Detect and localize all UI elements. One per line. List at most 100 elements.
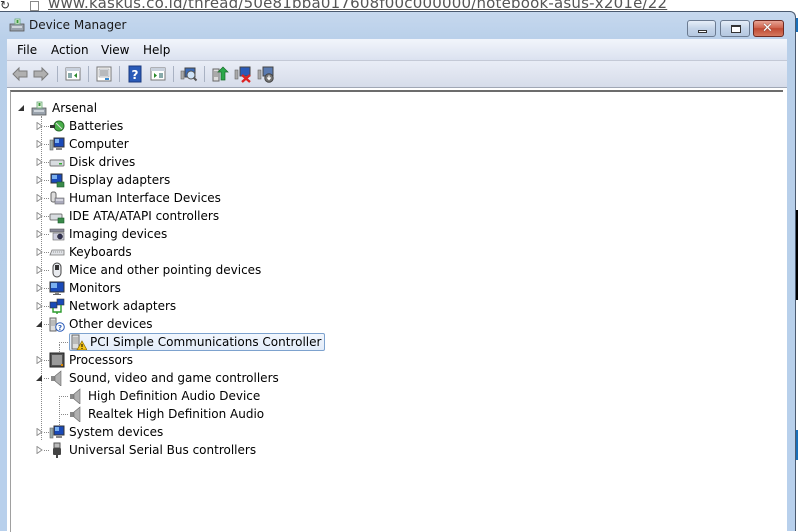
computer-root-icon (31, 101, 47, 116)
expand-arrow-icon[interactable] (36, 446, 43, 454)
tree-node-label: Arsenal (52, 101, 98, 115)
expand-arrow-icon[interactable] (36, 230, 43, 238)
menu-view[interactable]: View (101, 43, 129, 57)
tree-node-root[interactable]: Arsenal (11, 99, 211, 117)
maximize-button[interactable] (720, 20, 750, 37)
minimize-icon (698, 30, 707, 33)
tree-node-category[interactable]: ? Other devices (11, 315, 311, 333)
expand-arrow-icon[interactable] (36, 284, 43, 292)
close-button[interactable]: ✕ (753, 20, 784, 37)
expand-arrow-icon[interactable] (36, 302, 43, 310)
tree-node-label: Network adapters (69, 299, 177, 313)
tree-node-category[interactable]: System devices (11, 423, 311, 441)
update-driver-button[interactable] (211, 65, 229, 83)
mouse-icon (52, 262, 62, 278)
tree-node-label: High Definition Audio Device (88, 389, 261, 403)
device-manager-window: Device Manager ✕ File Action View Help ?… (0, 11, 796, 532)
imaging-device-icon (49, 228, 65, 241)
tree-node-category[interactable]: Imaging devices (11, 225, 311, 243)
tree-guide-line (59, 396, 68, 397)
display-adapter-icon (50, 173, 65, 188)
forward-arrow-icon (33, 66, 49, 82)
menu-action[interactable]: Action (51, 43, 89, 57)
toolbar-separator (204, 66, 205, 82)
tree-node-label: Imaging devices (69, 227, 168, 241)
expand-arrow-icon[interactable] (36, 248, 43, 256)
tree-node-label: Universal Serial Bus controllers (69, 443, 257, 457)
update-driver-icon (212, 66, 229, 82)
expand-arrow-icon[interactable] (36, 266, 43, 274)
speaker-icon (70, 388, 81, 404)
expand-arrow-icon[interactable] (36, 428, 43, 436)
tree-node-category[interactable]: Monitors (11, 279, 311, 297)
device-tree[interactable]: Arsenal Batteries Computer Disk drives Disp… (10, 90, 783, 532)
tree-node-category[interactable]: Display adapters (11, 171, 311, 189)
show-hide-action-pane-button[interactable] (149, 65, 167, 83)
speaker-icon (51, 370, 62, 386)
help-button[interactable]: ? (126, 65, 144, 83)
window-title: Device Manager (29, 18, 127, 32)
tree-node-label: Display adapters (69, 173, 171, 187)
tree-node-label: Disk drives (69, 155, 136, 169)
collapse-arrow-icon[interactable] (36, 320, 43, 328)
properties-icon (96, 66, 112, 82)
tree-node-category[interactable]: Disk drives (11, 153, 311, 171)
tree-node-label-selected: PCI Simple Communications Controller (69, 333, 326, 351)
tree-node-device[interactable]: High Definition Audio Device (11, 387, 331, 405)
network-adapter-icon (49, 298, 65, 314)
minimize-button[interactable] (687, 20, 716, 37)
collapse-arrow-icon[interactable] (36, 374, 43, 382)
client-area: File Action View Help ? Arsenal Batterie… (7, 39, 787, 532)
tree-node-label: Batteries (69, 119, 124, 133)
tree-node-category[interactable]: Mice and other pointing devices (11, 261, 311, 279)
battery-icon (50, 120, 65, 132)
tree-node-category[interactable]: Human Interface Devices (11, 189, 311, 207)
device-manager-icon (9, 18, 25, 32)
title-bar[interactable]: Device Manager ✕ (0, 12, 795, 39)
expand-arrow-icon[interactable] (36, 140, 43, 148)
menu-bar: File Action View Help (7, 39, 787, 61)
toolbar-separator (88, 66, 89, 82)
tree-node-category[interactable]: Network adapters (11, 297, 311, 315)
svg-text:?: ? (58, 324, 62, 332)
tree-node-device[interactable]: Realtek High Definition Audio (11, 405, 331, 423)
tree-node-label: IDE ATA/ATAPI controllers (69, 209, 220, 223)
processor-icon (49, 352, 65, 368)
tree-node-label: Computer (69, 137, 129, 151)
expand-arrow-icon[interactable] (36, 158, 43, 166)
tree-node-category[interactable]: Sound, video and game controllers (11, 369, 311, 387)
tree-node-device[interactable]: PCI Simple Communications Controller (11, 333, 331, 351)
tree-node-category[interactable]: IDE ATA/ATAPI controllers (11, 207, 311, 225)
tree-node-category[interactable]: Batteries (11, 117, 311, 135)
scan-hardware-changes-button[interactable] (180, 65, 198, 83)
tree-guide-line (59, 342, 68, 343)
disable-button[interactable] (257, 65, 275, 83)
back-button[interactable] (11, 65, 29, 83)
tree-node-category[interactable]: Universal Serial Bus controllers (11, 441, 311, 459)
toolbar-separator (57, 66, 58, 82)
svg-text:?: ? (132, 68, 139, 82)
usb-icon (53, 442, 61, 458)
tree-node-label: Monitors (69, 281, 121, 295)
expand-arrow-icon[interactable] (36, 212, 43, 220)
collapse-arrow-icon[interactable] (18, 104, 25, 112)
menu-help[interactable]: Help (143, 43, 170, 57)
uninstall-button[interactable] (234, 65, 252, 83)
show-hide-console-tree-button[interactable] (64, 65, 82, 83)
show-hide-console-tree-icon (65, 67, 81, 81)
show-hide-action-pane-icon (150, 67, 166, 81)
properties-button[interactable] (95, 65, 113, 83)
forward-button[interactable] (32, 65, 50, 83)
tree-node-category[interactable]: Keyboards (11, 243, 311, 261)
expand-arrow-icon[interactable] (36, 194, 43, 202)
speaker-icon (70, 406, 81, 422)
menu-file[interactable]: File (17, 43, 37, 57)
uninstall-icon (234, 66, 251, 83)
tree-node-label: Processors (69, 353, 134, 367)
expand-arrow-icon[interactable] (36, 176, 43, 184)
warning-device-icon (71, 334, 87, 350)
tree-node-category[interactable]: Computer (11, 135, 311, 153)
tree-node-category[interactable]: Processors (11, 351, 311, 369)
expand-arrow-icon[interactable] (36, 122, 43, 130)
expand-arrow-icon[interactable] (36, 356, 43, 364)
